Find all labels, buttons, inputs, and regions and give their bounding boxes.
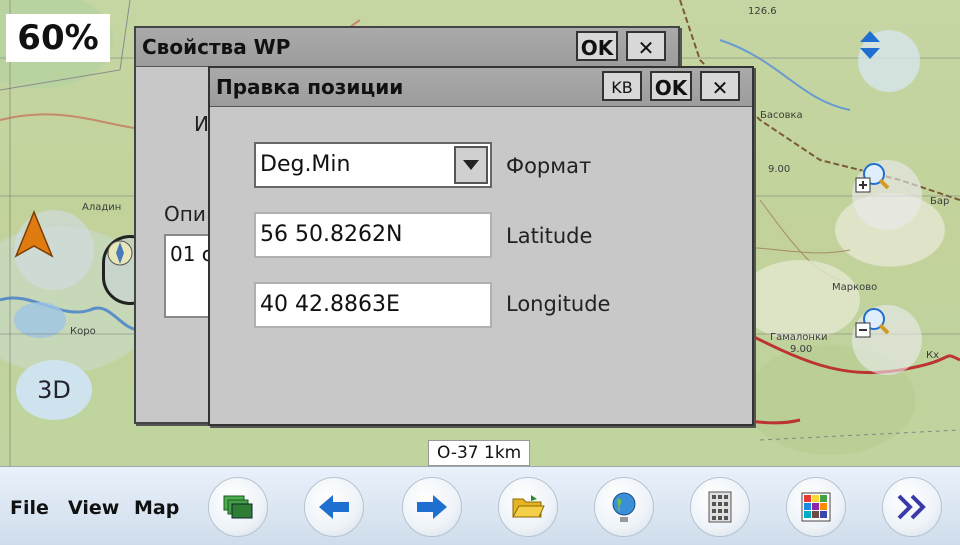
longitude-field[interactable]: 40 42.8863E [254, 282, 492, 328]
scroll-updown-button[interactable] [858, 30, 920, 92]
zoom-in-button[interactable] [852, 160, 922, 230]
wp-description-label: Опи [164, 202, 206, 226]
globe-icon [612, 492, 636, 522]
format-select-value: Deg.Min [260, 152, 351, 177]
map-label: Кх [926, 350, 940, 361]
compass-icon [107, 240, 133, 266]
latitude-field[interactable]: 56 50.8262N [254, 212, 492, 258]
3d-mode-button[interactable]: 3D [16, 360, 92, 420]
dialog-title: Правка позиции [216, 75, 404, 99]
more-button[interactable] [882, 477, 942, 537]
latitude-label: Latitude [506, 224, 593, 248]
dialog-title: Свойства WP [142, 35, 291, 59]
close-icon: ✕ [711, 76, 729, 100]
grid-icon [801, 492, 831, 522]
menu-file[interactable]: File [10, 497, 49, 519]
menu-map[interactable]: Map [134, 497, 179, 519]
menu-view[interactable]: View [68, 497, 119, 519]
map-label: 9.00 [790, 344, 813, 355]
wp-ok-button[interactable]: OK [576, 31, 618, 61]
dialog-titlebar[interactable]: Правка позиции KB OK ✕ [210, 68, 752, 107]
layers-button[interactable] [208, 477, 268, 537]
navigation-arrow-button[interactable] [14, 210, 94, 290]
chevron-down-icon[interactable] [454, 146, 488, 184]
longitude-label: Longitude [506, 292, 611, 316]
up-down-arrow-icon [860, 31, 880, 59]
arrow-left-icon [319, 495, 349, 519]
format-select[interactable]: Deg.Min [254, 142, 492, 188]
back-button[interactable] [304, 477, 364, 537]
zoom-level-indicator: 60% [6, 14, 110, 62]
position-ok-button[interactable]: OK [650, 71, 692, 101]
map-label: Бар [930, 196, 950, 207]
map-label: Марково [832, 282, 878, 293]
bottom-toolbar: File View Map [0, 466, 960, 545]
position-edit-dialog: Правка позиции KB OK ✕ Deg.Min Формат 56… [208, 66, 754, 426]
forward-button[interactable] [402, 477, 462, 537]
globe-button[interactable] [594, 477, 654, 537]
zoom-out-button[interactable] [852, 305, 922, 375]
format-label: Формат [506, 154, 592, 178]
dialog-titlebar[interactable]: Свойства WP OK ✕ [136, 28, 678, 67]
close-icon: ✕ [637, 36, 655, 60]
double-chevron-right-icon [897, 494, 926, 520]
map-label: Басовка [760, 110, 803, 121]
apps-grid-button[interactable] [786, 477, 846, 537]
position-close-button[interactable]: ✕ [700, 71, 740, 101]
zoom-out-icon [855, 308, 890, 338]
keyboard-button[interactable]: KB [602, 71, 642, 101]
map-scale-label: O-37 1km [428, 440, 531, 466]
arrow-right-icon [417, 495, 447, 519]
calculator-button[interactable] [690, 477, 750, 537]
map-label: Гамалонки [770, 332, 828, 343]
map-label: 126.6 [748, 6, 777, 17]
zoom-in-icon [855, 163, 890, 193]
map-label: 9.00 [768, 164, 791, 175]
navigation-arrow-icon [14, 210, 54, 258]
wp-name-label: И [194, 112, 209, 136]
open-folder-button[interactable] [498, 477, 558, 537]
map-label: Коро [70, 326, 96, 337]
folder-open-icon [512, 495, 545, 518]
wp-close-button[interactable]: ✕ [626, 31, 666, 61]
map-label: Аладин [82, 202, 122, 213]
calculator-icon [708, 491, 732, 523]
layers-icon [223, 495, 253, 519]
